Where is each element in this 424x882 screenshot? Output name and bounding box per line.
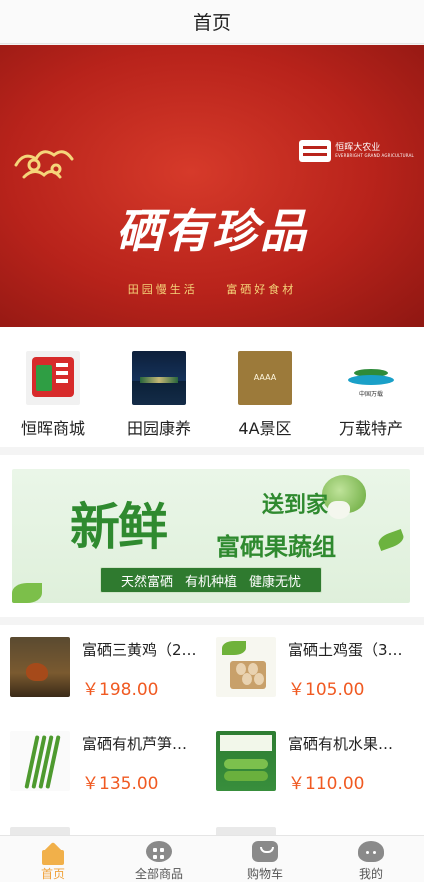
banner-carousel[interactable]: 恒晖大农业 EVERBRIGHT GRAND AGRICULTURAL 硒有珍品… <box>0 45 424 327</box>
profile-icon <box>358 841 384 862</box>
auspicious-cloud-icon <box>14 150 74 179</box>
tab-all-products[interactable]: 全部商品 <box>106 836 212 882</box>
promo-banner[interactable]: 新鲜 送到家 富硒果蔬组 天然富硒 有机种植 健康无忧 <box>12 469 410 603</box>
product-list: 富硒三黄鸡（2… ￥198.00 富硒土鸡蛋（3… ￥105.00 富硒有机芦笋… <box>0 625 424 835</box>
product-card[interactable] <box>206 815 406 835</box>
night-scene-icon <box>132 351 186 405</box>
page-title: 首页 <box>192 12 231 34</box>
product-image <box>216 731 276 791</box>
mall-logo-icon <box>26 351 80 405</box>
tab-cart[interactable]: 购物车 <box>212 836 318 882</box>
tab-profile[interactable]: 我的 <box>318 836 424 882</box>
grid-icon <box>146 841 172 862</box>
wanzai-logo-icon: 中国万载 <box>344 351 398 405</box>
category-item-specialty[interactable]: 中国万载 万载特产 <box>318 327 424 447</box>
bottom-tab-bar: 首页 全部商品 购物车 我的 <box>0 835 424 882</box>
product-card[interactable]: 富硒三黄鸡（2… ￥198.00 <box>0 625 200 715</box>
product-name: 富硒有机芦笋… <box>82 735 188 753</box>
product-image <box>10 637 70 697</box>
brand-logo: 恒晖大农业 EVERBRIGHT GRAND AGRICULTURAL <box>299 140 414 162</box>
product-image <box>216 637 276 697</box>
brand-name-en: EVERBRIGHT GRAND AGRICULTURAL <box>335 152 414 158</box>
cart-icon <box>252 841 278 862</box>
product-price: ￥105.00 <box>288 680 365 700</box>
category-item-mall[interactable]: 恒晖商城 <box>0 327 106 447</box>
top-bar: 首页 <box>0 0 424 44</box>
promo-line1: 送到家 <box>262 493 329 518</box>
banner-subline: 田园慢生活 富硒好食材 <box>0 281 424 297</box>
category-grid: 恒晖商城 田园康养 AAAA 4A景区 中国万载 万载特产 <box>0 327 424 447</box>
product-card[interactable]: 富硒有机芦笋… ￥135.00 <box>0 719 200 809</box>
category-item-scenic[interactable]: AAAA 4A景区 <box>212 327 318 447</box>
home-icon <box>40 841 66 865</box>
promo-tags: 天然富硒 有机种植 健康无忧 <box>100 567 322 593</box>
category-label: 恒晖商城 <box>20 419 85 438</box>
product-price: ￥198.00 <box>82 680 159 700</box>
product-name: 富硒土鸡蛋（3… <box>288 641 403 659</box>
category-item-wellness[interactable]: 田园康养 <box>106 327 212 447</box>
product-image <box>10 731 70 791</box>
promo-tag: 天然富硒 <box>120 574 173 590</box>
banner-headline: 硒有珍品 <box>116 204 308 258</box>
category-label: 4A景区 <box>238 419 292 438</box>
product-image <box>10 827 70 835</box>
promo-section: 新鲜 送到家 富硒果蔬组 天然富硒 有机种植 健康无忧 <box>0 455 424 617</box>
tab-home[interactable]: 首页 <box>0 836 106 882</box>
product-card[interactable] <box>0 815 200 835</box>
banner-subline-right: 富硒好食材 <box>226 283 297 296</box>
leaf-icon <box>376 528 406 552</box>
product-card[interactable]: 富硒土鸡蛋（3… ￥105.00 <box>206 625 406 715</box>
aaaa-badge-icon: AAAA <box>238 351 292 405</box>
banner-subline-left: 田园慢生活 <box>127 283 198 296</box>
product-card[interactable]: 富硒有机水果… ￥110.00 <box>206 719 406 809</box>
category-label: 万载特产 <box>338 419 403 438</box>
promo-big-text: 新鲜 <box>70 497 168 556</box>
product-price: ￥110.00 <box>288 774 365 794</box>
promo-tag: 健康无忧 <box>249 574 302 590</box>
tab-label: 全部商品 <box>134 867 183 881</box>
product-name: 富硒三黄鸡（2… <box>82 641 197 659</box>
tab-label: 首页 <box>40 867 65 881</box>
brand-mark-icon <box>299 140 332 162</box>
tab-label: 购物车 <box>246 867 283 881</box>
tab-label: 我的 <box>358 867 383 881</box>
product-name: 富硒有机水果… <box>288 735 394 753</box>
category-label: 田园康养 <box>126 419 191 438</box>
promo-tag: 有机种植 <box>184 574 237 590</box>
promo-line2: 富硒果蔬组 <box>216 533 336 561</box>
leaf-icon <box>12 583 42 603</box>
product-image <box>216 827 276 835</box>
product-price: ￥135.00 <box>82 774 159 794</box>
